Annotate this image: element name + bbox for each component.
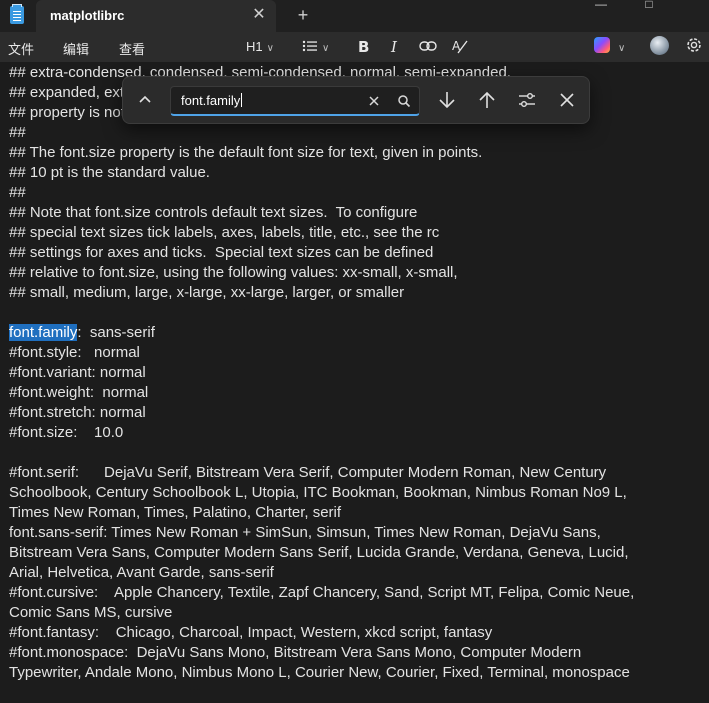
list-dropdown[interactable]: ∨ (302, 37, 329, 57)
editor-line: ## (9, 124, 26, 141)
collapse-chevron-up-icon[interactable] (134, 89, 156, 111)
find-query-text: font.family (181, 93, 241, 108)
tab-matplotlibrc[interactable]: matplotlibrc ✕ (36, 0, 276, 32)
editor-line: Comic Sans MS, cursive (9, 604, 173, 621)
chevron-down-icon: ∨ (618, 43, 626, 54)
editor-line: #font.size: 10.0 (9, 424, 124, 441)
copilot-icon[interactable] (594, 37, 610, 53)
editor-line: ## special text sizes tick labels, axes,… (9, 224, 440, 241)
link-button[interactable] (419, 37, 437, 57)
editor-line: Bitstream Vera Sans, Computer Modern San… (9, 544, 629, 561)
previous-match-arrow-up-icon[interactable] (476, 89, 498, 111)
gear-icon[interactable] (684, 35, 704, 55)
tab-close-icon[interactable]: ✕ (248, 4, 270, 26)
editor-line: ## Note that font.size controls default … (9, 204, 418, 221)
editor-line: #font.cursive: Apple Chancery, Textile, … (9, 584, 635, 601)
menu-edit[interactable]: 编辑 (63, 39, 89, 58)
tab-title: matplotlibrc (50, 8, 125, 23)
next-match-arrow-down-icon[interactable] (436, 89, 458, 111)
clear-formatting-icon: A (452, 39, 468, 54)
close-find-icon[interactable] (556, 89, 578, 111)
editor-line: ## 10 pt is the standard value. (9, 164, 210, 181)
chevron-down-icon: ∨ (322, 43, 330, 54)
chevron-down-icon: ∨ (266, 43, 274, 54)
find-bar: font.family (122, 76, 590, 124)
italic-button[interactable]: I (391, 37, 397, 57)
list-icon (302, 40, 317, 52)
text-editor[interactable]: ## extra-condensed, condensed, semi-cond… (0, 62, 709, 703)
editor-line: #font.stretch: normal (9, 404, 146, 421)
editor-line: #font.style: normal (9, 344, 140, 361)
notepad-app-icon (10, 4, 24, 24)
editor-line: #font.variant: normal (9, 364, 146, 381)
editor-line: #font.fantasy: Chicago, Charcoal, Impact… (9, 624, 493, 641)
editor-line: Arial, Helvetica, Avant Garde, sans-seri… (9, 564, 274, 581)
editor-lines: ## extra-condensed, condensed, semi-cond… (9, 63, 704, 683)
editor-line: #font.serif: DejaVu Serif, Bitstream Ver… (9, 464, 607, 481)
title-bar: matplotlibrc ✕ + — □ (0, 0, 709, 32)
editor-line: ## relative to font.size, using the foll… (9, 264, 458, 281)
editor-line: ## The font.size property is the default… (9, 144, 483, 161)
search-options-sliders-icon[interactable] (516, 89, 538, 111)
search-icon[interactable] (393, 90, 415, 112)
editor-line: ## small, medium, large, x-large, xx-lar… (9, 284, 405, 301)
menu-file[interactable]: 文件 (8, 39, 34, 58)
minimize-button[interactable]: — (586, 0, 616, 14)
avatar[interactable] (650, 36, 669, 55)
new-tab-button[interactable]: + (292, 4, 314, 26)
find-input-value: font.family (181, 93, 243, 108)
clear-search-icon[interactable] (363, 90, 385, 112)
editor-line: Schoolbook, Century Schoolbook L, Utopia… (9, 484, 627, 501)
link-icon (419, 41, 437, 51)
editor-line: Typewriter, Andale Mono, Nimbus Mono L, … (9, 664, 630, 681)
editor-line: #font.monospace: DejaVu Sans Mono, Bitst… (9, 644, 582, 661)
match-line-rest: : sans-serif (77, 324, 155, 341)
find-input[interactable]: font.family (170, 86, 420, 116)
heading-dropdown[interactable]: H1 ∨ (246, 37, 274, 57)
editor-line: font.sans-serif: Times New Roman + SimSu… (9, 524, 601, 541)
editor-line: #font.weight: normal (9, 384, 149, 401)
editor-line: ## (9, 184, 26, 201)
editor-line: ## settings for axes and ticks. Special … (9, 244, 434, 261)
editor-line-match: font.family: sans-serif (9, 323, 704, 343)
editor-line: Times New Roman, Times, Palatino, Charte… (9, 504, 342, 521)
heading-label: H1 (246, 39, 263, 54)
copilot-dropdown[interactable]: ∨ (614, 37, 625, 57)
notepad-window: matplotlibrc ✕ + — □ 文件 编辑 查看 H1∨ ∨ B I (0, 0, 709, 703)
bold-button[interactable]: B (358, 37, 369, 57)
search-match-highlight: font.family (9, 324, 78, 341)
clear-formatting-button[interactable]: A (452, 37, 468, 57)
menu-view[interactable]: 查看 (119, 39, 145, 58)
text-caret (241, 93, 243, 107)
maximize-button[interactable]: □ (634, 0, 664, 14)
